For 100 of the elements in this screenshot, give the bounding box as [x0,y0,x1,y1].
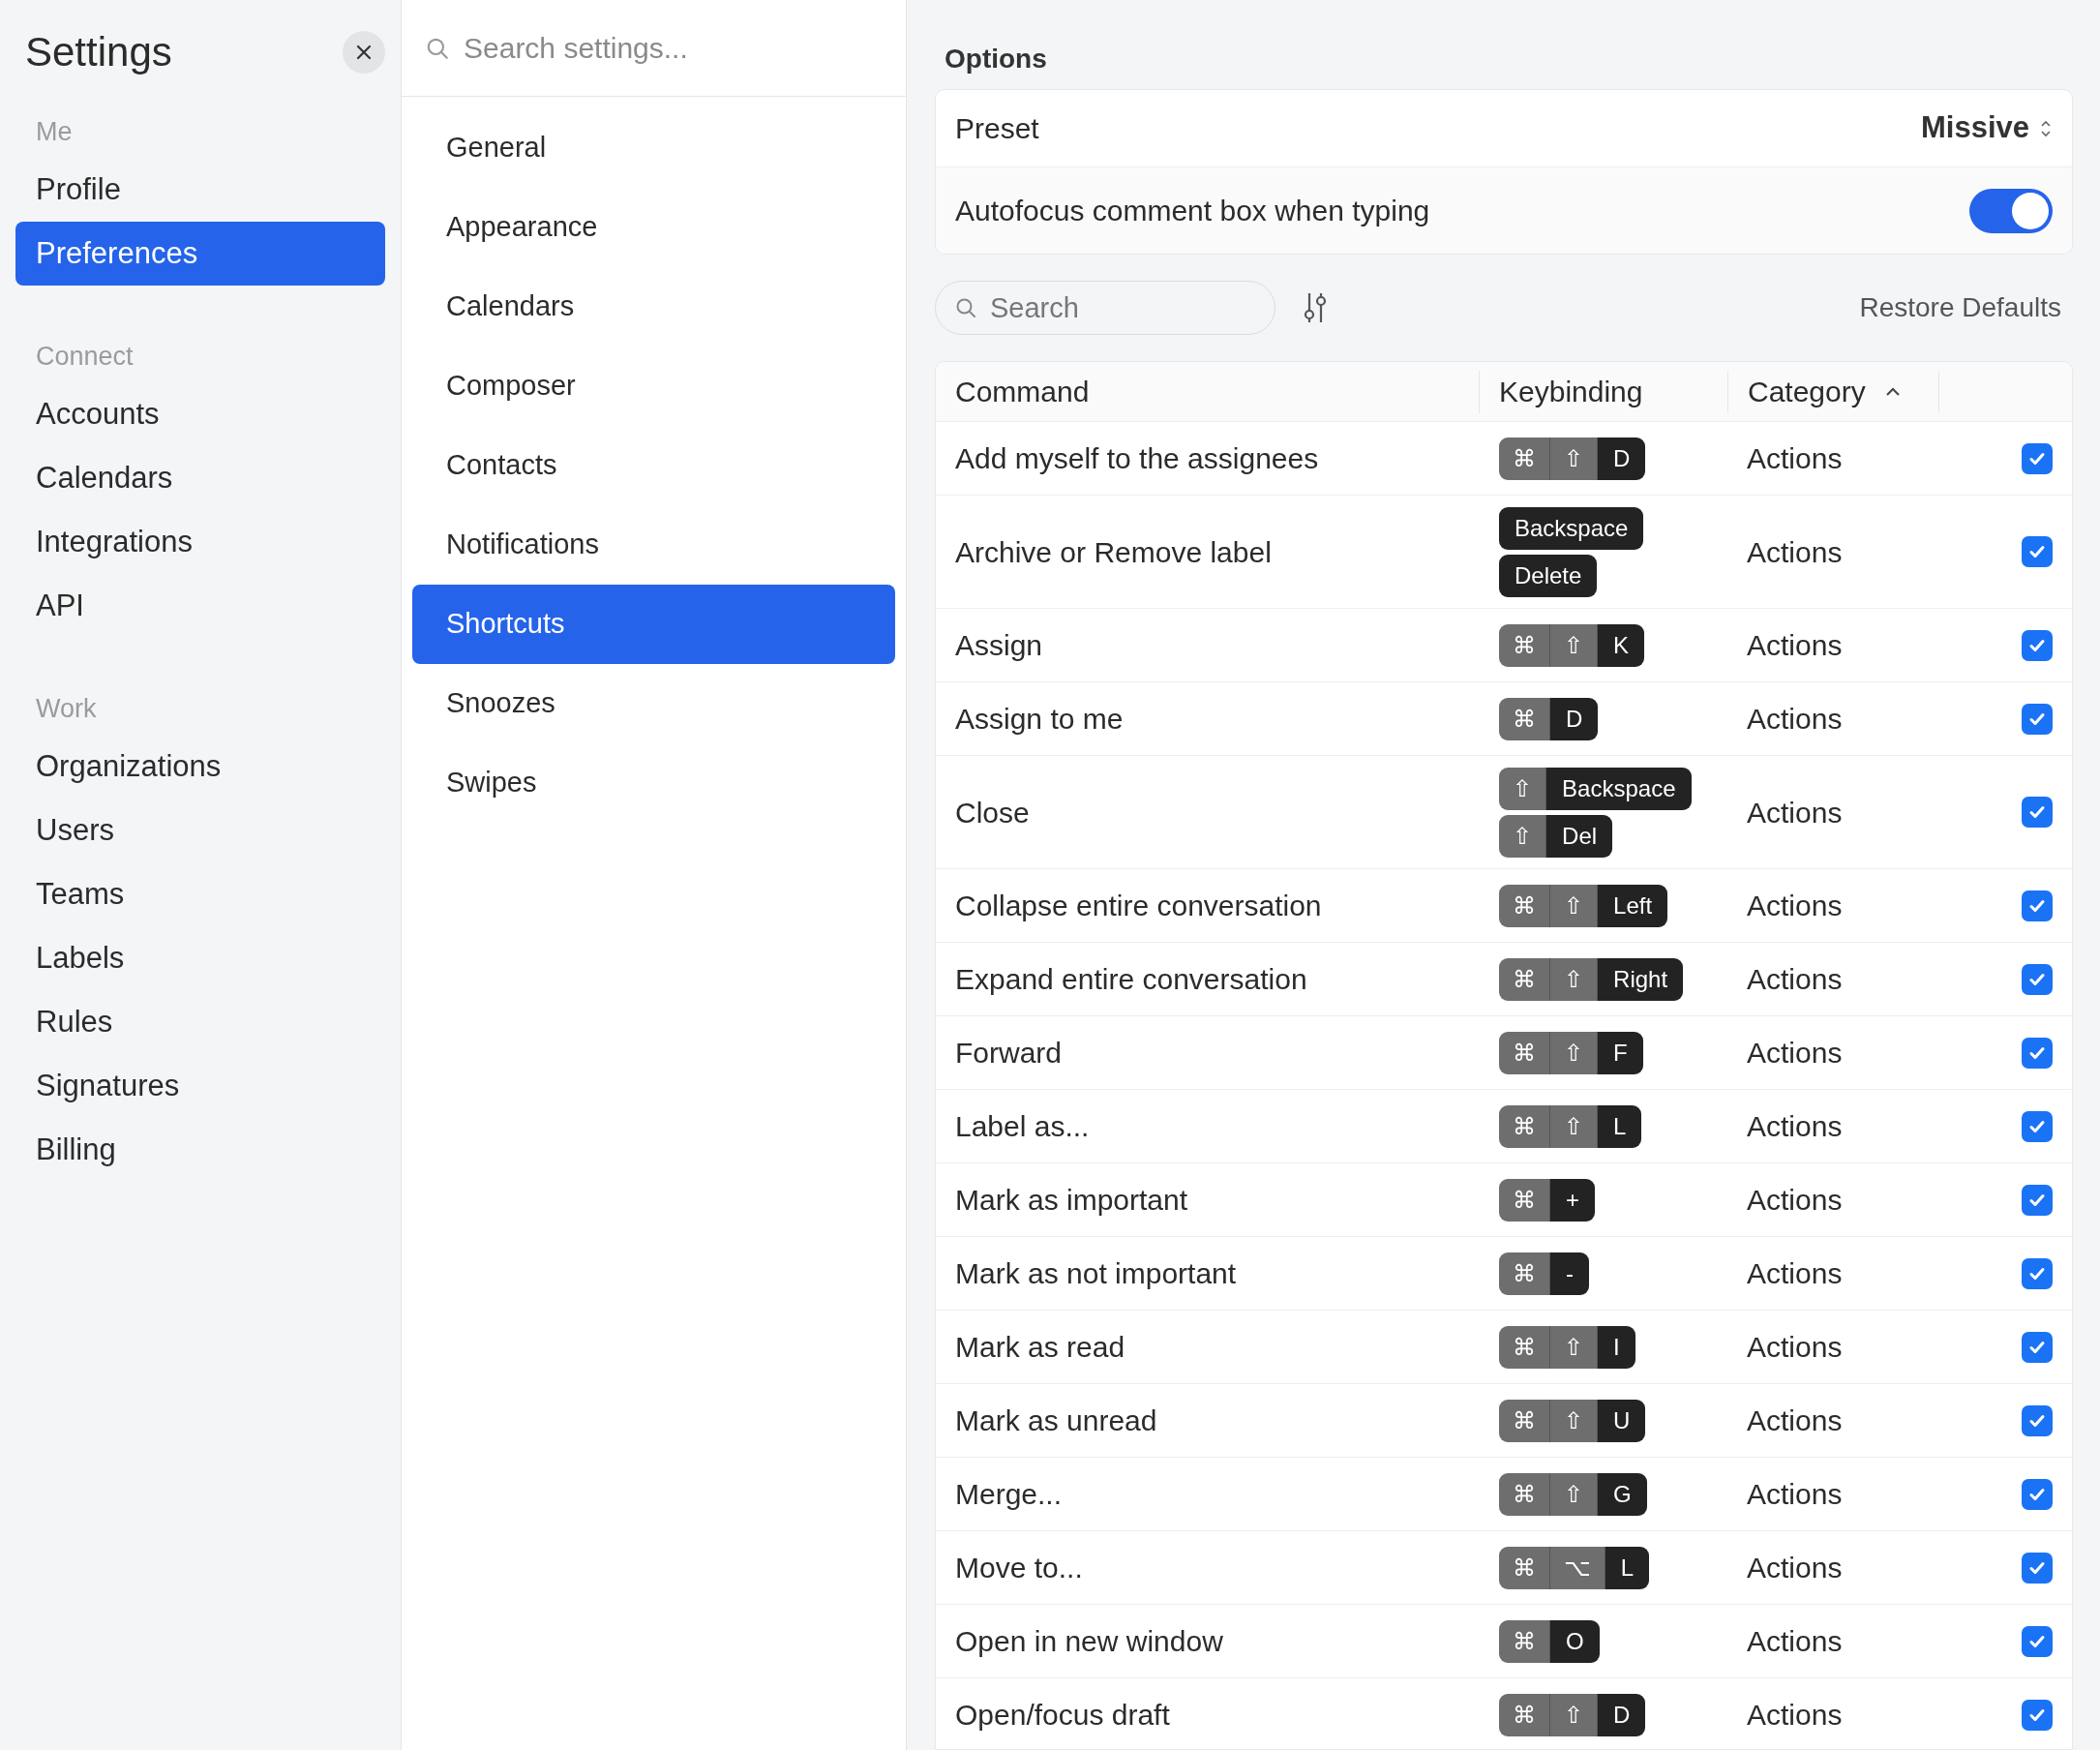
enabled-checkbox[interactable] [2022,797,2053,828]
category-item[interactable]: Composer [412,347,895,426]
table-row[interactable]: Label as... ⌘ ⇧ L Actions [936,1090,2072,1163]
category-cell-text: Actions [1746,1183,1844,1218]
updown-chevron-icon [2039,118,2053,138]
enabled-checkbox[interactable] [2022,703,2053,735]
search-field[interactable]: Search [935,281,1275,335]
search-field[interactable]: Search settings... [464,26,906,70]
category-cell-text: Actions [1746,1551,1844,1585]
key-label: ⇧ [1550,1104,1599,1148]
enabled-checkbox[interactable] [2022,890,2053,921]
key-label: ⇧ [1550,1325,1599,1369]
enabled-checkbox[interactable] [2022,1404,2053,1436]
restore-defaults-link[interactable]: Restore Defaults [1859,287,2061,328]
category-cell-text: Actions [1746,1477,1844,1512]
category-item[interactable]: Snoozes [412,664,895,743]
command-cell-text: Open in new window [954,1624,1224,1659]
enabled-checkbox[interactable] [2022,1478,2053,1510]
key-label: ⌘ [1499,623,1550,667]
enabled-checkbox[interactable] [2022,1037,2053,1069]
sidebar-item[interactable]: Billing [15,1118,385,1182]
enabled-checkbox[interactable] [2022,1331,2053,1363]
preset-select[interactable]: Missive [1921,106,2053,151]
command-cell-text: Open/focus draft [954,1698,1171,1733]
key-label: ⇧ [1550,437,1599,480]
sidebar-item[interactable]: Accounts [15,382,385,446]
category-cell-text: Actions [1746,1698,1844,1733]
column-header[interactable]: Keybinding [1499,370,1643,413]
table-row[interactable]: Assign to me ⌘ D Actions [936,682,2072,756]
table-row[interactable]: Mark as not important ⌘ - Actions [936,1237,2072,1311]
key-label: ⌘ [1499,1031,1550,1074]
table-row[interactable]: Merge... ⌘ ⇧ G Actions [936,1458,2072,1531]
table-row[interactable]: Open in new window ⌘ O Actions [936,1605,2072,1678]
options-heading: Options [944,43,1048,75]
table-row[interactable]: Collapse entire conversation ⌘ ⇧ Left Actions [936,869,2072,943]
table-row[interactable]: Archive or Remove label Backspace Delete Actions [936,496,2072,609]
enabled-checkbox[interactable] [2022,442,2053,474]
key-label: ⇧ [1550,884,1599,927]
enabled-checkbox[interactable] [2022,963,2053,995]
key-label: L [1605,1546,1649,1589]
column-header[interactable]: Command [955,370,1090,413]
table-row[interactable]: Add myself to the assignees ⌘ ⇧ D Actions [936,422,2072,496]
sidebar-item[interactable]: Labels [15,926,385,990]
table-row[interactable]: Move to... ⌘ ⌥ L Actions [936,1531,2072,1605]
sidebar-item[interactable]: Calendars [15,446,385,510]
category-item[interactable]: Shortcuts [412,585,895,664]
command-cell-text: Mark as read [954,1330,1126,1365]
autofocus-toggle[interactable] [1969,188,2053,233]
sidebar-item[interactable]: Signatures [15,1054,385,1118]
column-header[interactable]: Category [1748,370,1901,413]
table-row[interactable]: Mark as unread ⌘ ⇧ U Actions [936,1384,2072,1458]
key-label: ⇧ [1550,623,1599,667]
sidebar-item[interactable]: Teams [15,862,385,926]
enabled-checkbox[interactable] [2022,1699,2053,1731]
preset-label: Preset [955,111,1039,146]
enabled-checkbox[interactable] [2022,1552,2053,1584]
table-row[interactable]: Close ⇧ Backspace ⇧ Del Actions [936,756,2072,869]
enabled-checkbox[interactable] [2022,1184,2053,1216]
sidebar-item[interactable]: Organizations [15,735,385,799]
sidebar-item[interactable]: Users [15,799,385,862]
category-item[interactable]: Contacts [412,426,895,505]
enabled-checkbox[interactable] [2022,1625,2053,1657]
table-row[interactable]: Forward ⌘ ⇧ F Actions [936,1016,2072,1090]
category-cell-text: Actions [1746,1403,1844,1438]
close-button[interactable] [343,30,385,74]
sidebar-item[interactable]: Rules [15,990,385,1054]
command-cell-text: Collapse entire conversation [954,889,1323,923]
table-row[interactable]: Mark as read ⌘ ⇧ I Actions [936,1311,2072,1384]
enabled-checkbox[interactable] [2022,536,2053,567]
sidebar-title: Settings [25,28,172,76]
category-item[interactable]: Notifications [412,505,895,585]
key-label: D [1598,1693,1646,1736]
enabled-checkbox[interactable] [2022,1257,2053,1289]
key-label: Del [1546,814,1613,858]
table-row[interactable]: Expand entire conversation ⌘ ⇧ Right Actions [936,943,2072,1016]
sidebar-item[interactable]: API [15,574,385,638]
sidebar-item[interactable]: Integrations [15,510,385,574]
category-cell-text: Actions [1746,1036,1844,1071]
key-label: ⇧ [1499,767,1547,810]
key-label: ⌘ [1499,884,1550,927]
command-cell-text: Move to... [954,1551,1084,1585]
sidebar-item[interactable]: Profile [15,158,385,222]
key-label: ⌘ [1499,1104,1550,1148]
category-cell-text: Actions [1746,1624,1844,1659]
key-label: G [1598,1472,1647,1516]
sidebar-item[interactable]: Preferences [15,222,385,286]
table-row[interactable]: Open/focus draft ⌘ ⇧ D Actions [936,1678,2072,1749]
category-cell-text: Actions [1746,795,1844,830]
table-row[interactable]: Mark as important ⌘ + Actions [936,1163,2072,1237]
category-cell-text: Actions [1746,1256,1844,1291]
enabled-checkbox[interactable] [2022,629,2053,661]
command-cell-text: Mark as important [954,1183,1189,1218]
table-row[interactable]: Assign ⌘ ⇧ K Actions [936,609,2072,682]
command-cell-text: Expand entire conversation [954,962,1308,997]
category-item[interactable]: Appearance [412,188,895,267]
category-item[interactable]: Swipes [412,743,895,823]
command-cell-text: Mark as unread [954,1403,1158,1438]
category-item[interactable]: Calendars [412,267,895,347]
category-item[interactable]: General [412,108,895,188]
enabled-checkbox[interactable] [2022,1110,2053,1142]
